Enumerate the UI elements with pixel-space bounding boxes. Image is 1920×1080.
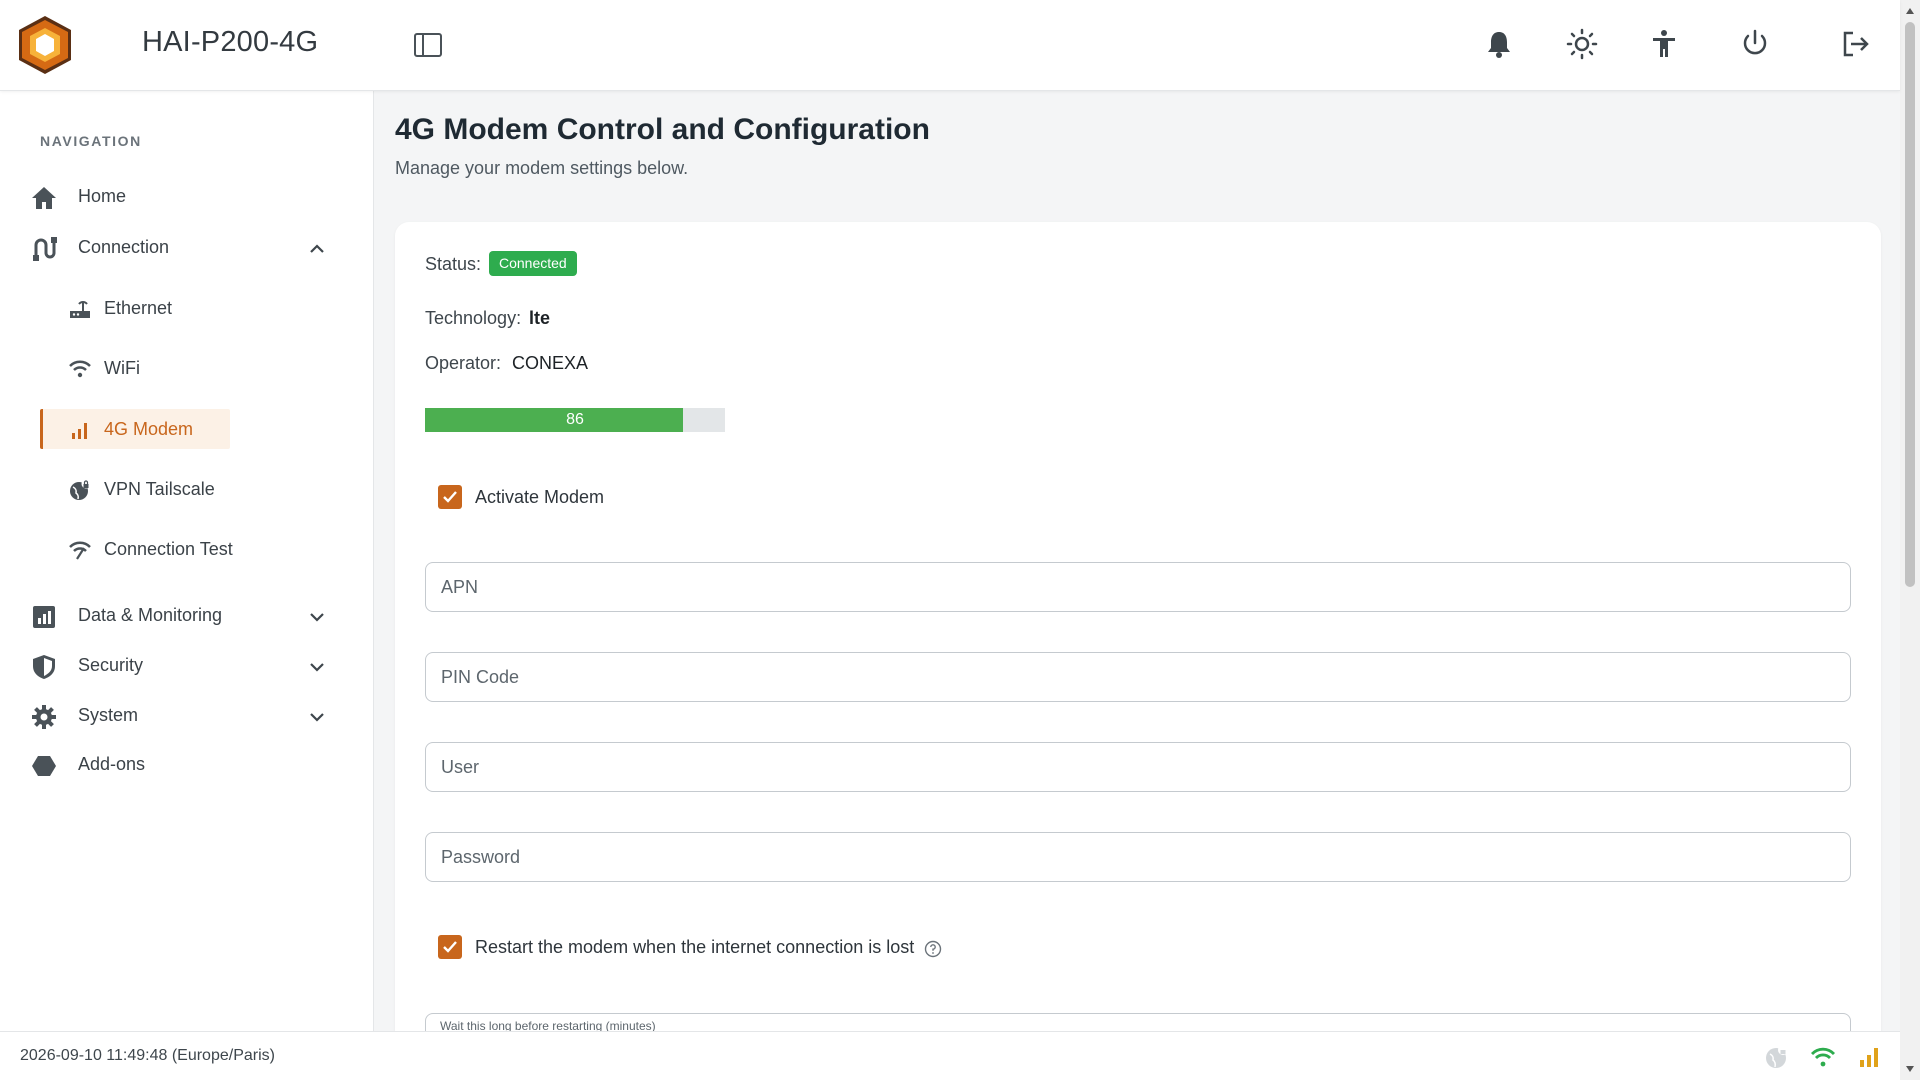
technology-label: Technology:: [425, 308, 522, 328]
sidebar-item-label: WiFi: [104, 358, 140, 378]
sidebar-item-security[interactable]: Security: [0, 644, 374, 688]
sidebar-item-label: Home: [78, 186, 127, 206]
sidebar-item-label: Connection Test: [104, 539, 233, 559]
sidebar-item-wifi[interactable]: WiFi: [40, 348, 230, 388]
gear-icon: [32, 705, 56, 729]
sidebar: NAVIGATION Home Connection Ethernet WiFi…: [0, 91, 374, 1031]
sidebar-item-label: 4G Modem: [104, 419, 194, 439]
nav-heading: NAVIGATION: [40, 133, 142, 149]
sidebar-item-label: Data & Monitoring: [78, 605, 223, 625]
apn-input[interactable]: [427, 564, 1847, 610]
power-icon[interactable]: [1738, 27, 1772, 61]
page-title: 4G Modem Control and Configuration: [395, 113, 930, 146]
shield-icon: [33, 655, 55, 679]
sidebar-item-label: Connection: [78, 237, 170, 257]
wifi-status-icon: [1810, 1047, 1836, 1067]
top-header: HAI-P200-4G: [0, 0, 1900, 91]
status-label: Status:: [425, 254, 482, 274]
checkmark-icon: [443, 491, 457, 503]
operator-label: Operator:: [425, 353, 502, 373]
accessibility-icon[interactable]: [1647, 27, 1681, 61]
chevron-up-icon[interactable]: [306, 238, 328, 260]
router-icon: [70, 301, 90, 318]
signal-strength-bar: 86: [425, 408, 725, 432]
chart-icon: [33, 606, 55, 628]
page-subtitle: Manage your modem settings below.: [395, 158, 689, 178]
sidebar-item-4g-modem[interactable]: 4G Modem: [40, 409, 230, 449]
sidebar-item-label: Ethernet: [104, 298, 173, 318]
pin-code-field[interactable]: [425, 652, 1851, 702]
connection-icon: [33, 237, 57, 261]
scroll-thumb[interactable]: [1905, 22, 1915, 587]
user-field[interactable]: [425, 742, 1851, 792]
chevron-down-icon[interactable]: [306, 606, 328, 628]
wifi-icon: [69, 360, 91, 378]
vpn-globe-icon: [70, 479, 91, 500]
sun-icon[interactable]: [1565, 27, 1599, 61]
sidebar-item-home[interactable]: Home: [0, 175, 374, 219]
user-input[interactable]: [427, 744, 1847, 790]
sidebar-item-ethernet[interactable]: Ethernet: [40, 288, 230, 328]
password-input[interactable]: [427, 834, 1847, 880]
sidebar-item-label: System: [78, 705, 139, 725]
sidebar-item-data-monitoring[interactable]: Data & Monitoring: [0, 594, 374, 638]
logo-icon: [19, 16, 71, 74]
footer: 2026-09-10 11:49:48 (Europe/Paris): [0, 1031, 1900, 1080]
sidebar-toggle-icon[interactable]: [413, 30, 443, 60]
logout-icon[interactable]: [1838, 27, 1872, 61]
main-content: 4G Modem Control and Configuration Manag…: [375, 91, 1900, 1031]
wait-minutes-field[interactable]: Wait this long before restarting (minute…: [425, 1013, 1851, 1031]
sidebar-item-connection-test[interactable]: Connection Test: [40, 529, 233, 569]
scroll-up-icon[interactable]: [1905, 6, 1915, 16]
signal-strength-text: 86: [566, 411, 584, 428]
sidebar-item-system[interactable]: System: [0, 694, 374, 738]
operator-value: CONEXA: [512, 353, 589, 373]
apn-field[interactable]: [425, 562, 1851, 612]
chevron-down-icon[interactable]: [306, 706, 328, 728]
wait-minutes-label: Wait this long before restarting (minute…: [440, 1019, 656, 1031]
activate-modem-label: Activate Modem: [475, 487, 605, 507]
sidebar-item-connection[interactable]: Connection: [0, 226, 374, 270]
bell-icon[interactable]: [1482, 27, 1516, 61]
sidebar-item-vpn-tailscale[interactable]: VPN Tailscale: [40, 469, 230, 509]
hexagon-icon: [32, 756, 56, 776]
device-name: HAI-P200-4G: [142, 26, 319, 58]
checkmark-icon: [443, 941, 457, 953]
page-scrollbar[interactable]: [1900, 0, 1920, 1080]
sidebar-item-add-ons[interactable]: Add-ons: [0, 743, 374, 787]
scroll-down-icon[interactable]: [1905, 1064, 1915, 1074]
chevron-down-icon[interactable]: [306, 656, 328, 678]
sidebar-item-label: VPN Tailscale: [104, 479, 215, 499]
sidebar-item-label: Add-ons: [78, 754, 146, 774]
status-badge: Connected: [489, 251, 577, 276]
activate-modem-checkbox[interactable]: [438, 485, 462, 509]
restart-modem-label: Restart the modem when the internet conn…: [475, 937, 915, 957]
signal-bars-icon: [72, 423, 87, 439]
pin-code-input[interactable]: [427, 654, 1847, 700]
home-icon: [32, 187, 56, 209]
modem-config-card: Status: Connected Technology: lte Operat…: [395, 222, 1881, 1031]
footer-datetime: 2026-09-10 11:49:48 (Europe/Paris): [20, 1047, 275, 1064]
technology-value: lte: [529, 308, 551, 328]
wifi-test-icon: [69, 541, 91, 560]
signal-status-icon: [1860, 1048, 1878, 1067]
vpn-status-icon: [1766, 1045, 1788, 1068]
help-icon[interactable]: [924, 940, 942, 958]
password-field[interactable]: [425, 832, 1851, 882]
sidebar-item-label: Security: [78, 655, 144, 675]
restart-modem-checkbox[interactable]: [438, 935, 462, 959]
